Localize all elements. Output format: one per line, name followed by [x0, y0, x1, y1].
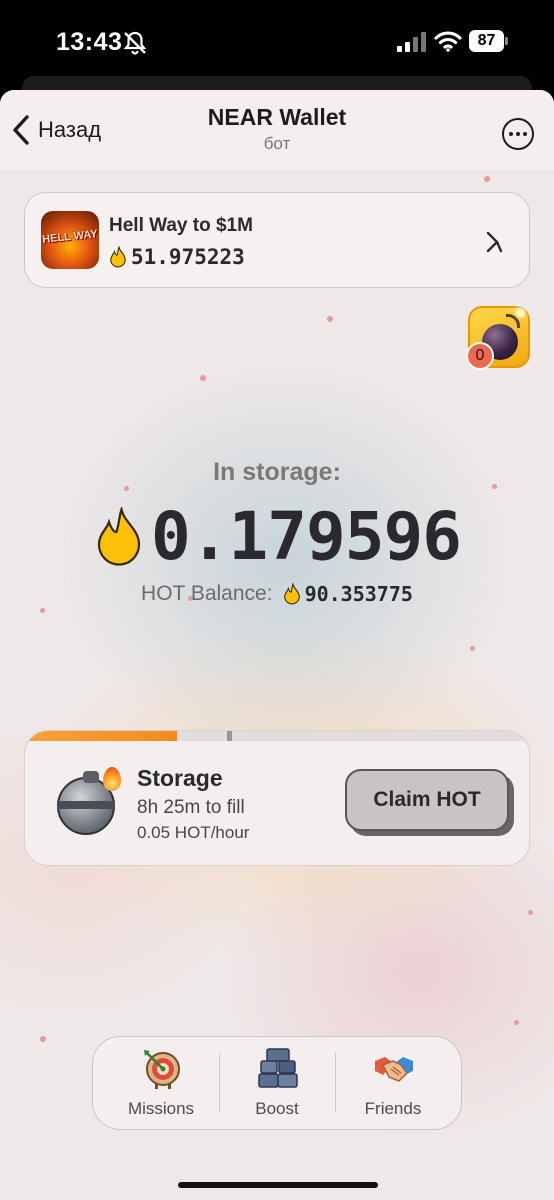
storage-time-to-fill: 8h 25m to fill: [137, 797, 245, 818]
storage-progress-fill: [25, 731, 177, 741]
decor-dot: [200, 375, 206, 381]
nav-bar: Назад NEAR Wallet бот: [0, 90, 554, 170]
storage-amount: 0.179596: [0, 498, 554, 575]
tab-friends-label: Friends: [364, 1099, 422, 1118]
dartboard-icon: [144, 1050, 180, 1089]
hot-balance-label: HOT Balance:: [141, 582, 273, 605]
storage-progress-bar: [25, 731, 529, 741]
game-card[interactable]: HELL WAY Hell Way to $1M 51.975223: [24, 192, 530, 288]
game-thumbnail-logo: HELL WAY: [41, 228, 99, 246]
flame-icon: [97, 506, 141, 566]
decor-dot: [40, 608, 45, 613]
game-balance: 51.975223: [109, 245, 245, 269]
claim-hot-button[interactable]: Claim HOT: [345, 769, 509, 831]
decor-dot: [327, 316, 333, 322]
app-sheet: Назад NEAR Wallet бот HELL WAY Hell Way …: [0, 90, 554, 1200]
tab-missions[interactable]: Missions: [101, 1037, 221, 1129]
home-indicator[interactable]: [178, 1182, 378, 1188]
bell-slash-icon: [123, 31, 147, 55]
wifi-icon: [434, 31, 462, 52]
page-subtitle: бот: [263, 134, 291, 153]
hot-balance: HOT Balance: 90.353775: [0, 582, 554, 606]
battery-level: 87: [477, 32, 496, 49]
tab-boost[interactable]: Boost: [217, 1037, 337, 1129]
storage-bomb-icon: [53, 767, 125, 839]
tab-missions-label: Missions: [127, 1099, 195, 1118]
more-button[interactable]: [502, 118, 534, 150]
tab-boost-label: Boost: [255, 1099, 299, 1118]
storage-label: In storage:: [213, 458, 341, 486]
flame-icon: [110, 246, 126, 268]
tab-friends[interactable]: Friends: [333, 1037, 453, 1129]
status-bar: 13:43 87: [0, 0, 554, 86]
handshake-icon: [375, 1057, 413, 1082]
decor-dot: [470, 646, 475, 651]
decor-dot: [40, 1036, 46, 1042]
flame-icon: [283, 583, 300, 605]
game-title: Hell Way to $1M: [109, 215, 253, 236]
chevron-right-icon: [486, 231, 503, 253]
storage-title: Storage: [137, 765, 223, 791]
signal-icon: [397, 32, 426, 52]
bottom-nav: Missions Boost Friends: [92, 1036, 462, 1130]
decor-dot: [514, 1020, 519, 1025]
bomb-button[interactable]: 0: [466, 306, 530, 370]
decor-dot: [528, 910, 533, 915]
storage-rate: 0.05 HOT/hour: [137, 823, 250, 842]
storage-card: Storage 8h 25m to fill 0.05 HOT/hour Cla…: [24, 730, 530, 866]
decor-dot: [484, 176, 490, 182]
storage-value: 0.179596: [151, 498, 462, 575]
game-thumbnail: HELL WAY: [41, 211, 99, 269]
game-balance-value: 51.975223: [131, 245, 245, 269]
bomb-count-badge: 0: [466, 342, 494, 370]
battery-icon: 87: [469, 30, 509, 52]
boost-icon: [258, 1048, 298, 1088]
status-time: 13:43: [56, 28, 123, 56]
hot-balance-value: 90.353775: [304, 582, 413, 606]
page-title: NEAR Wallet: [207, 104, 347, 130]
